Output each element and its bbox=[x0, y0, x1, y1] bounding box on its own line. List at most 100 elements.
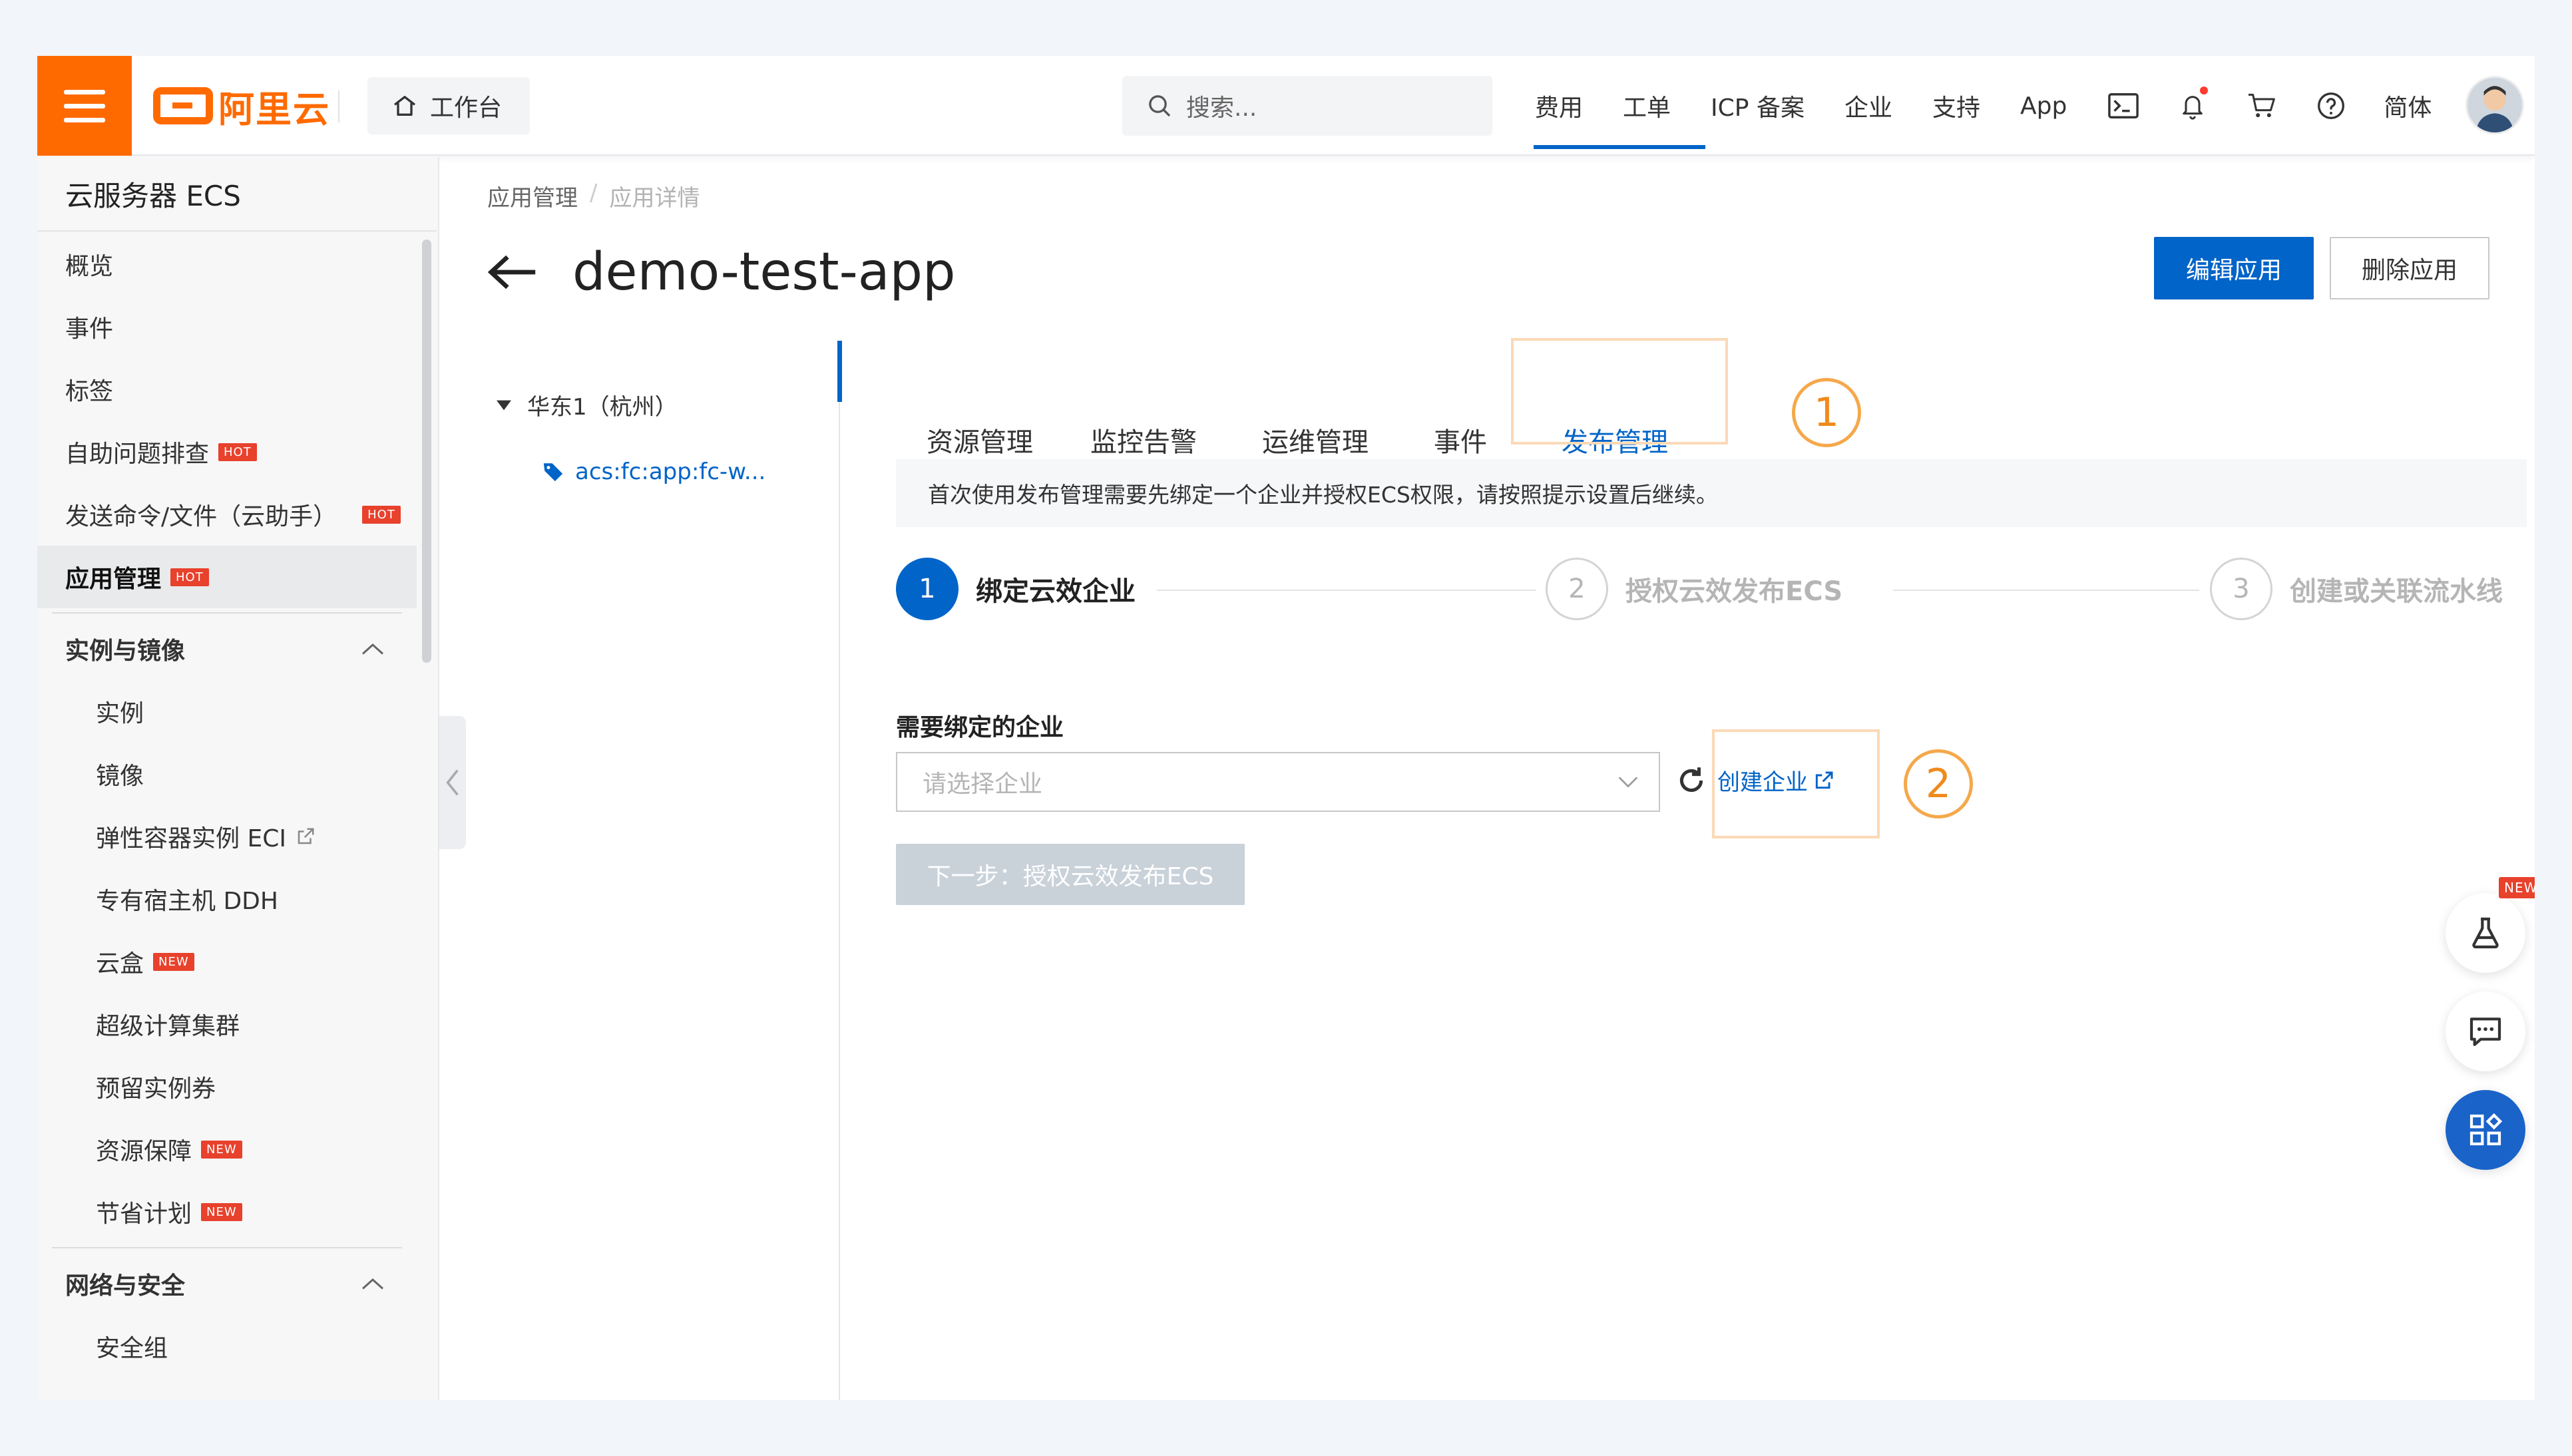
tab-resource-management[interactable]: 资源管理 bbox=[927, 421, 1033, 459]
tag-icon bbox=[543, 463, 563, 482]
search-icon bbox=[1149, 95, 1171, 117]
tab-monitoring-alerts[interactable]: 监控告警 bbox=[1090, 421, 1197, 459]
back-arrow-icon[interactable] bbox=[487, 252, 538, 292]
top-bar: 阿里云 工作台 搜索... 费用 工单 ICP 备案 企业 支持 App 简体 bbox=[37, 56, 2535, 156]
workbench-label: 工作台 bbox=[430, 94, 503, 122]
sidebar-group-label: 网络与安全 bbox=[65, 1272, 186, 1300]
step-3: 3 创建或关联流水线 bbox=[2210, 558, 2503, 620]
nav-tickets[interactable]: 工单 bbox=[1623, 89, 1671, 123]
new-badge: NEW bbox=[201, 1140, 242, 1159]
breadcrumb-app-management[interactable]: 应用管理 bbox=[487, 180, 578, 212]
sidebar-item-reserved-instances[interactable]: 预留实例券 bbox=[37, 1055, 417, 1118]
nav-support[interactable]: 支持 bbox=[1932, 89, 1980, 123]
sidebar-item-label: 事件 bbox=[65, 315, 114, 343]
sidebar-item-troubleshoot[interactable]: 自助问题排查 HOT bbox=[37, 421, 417, 483]
aliyun-logo[interactable]: 阿里云 bbox=[153, 85, 330, 130]
new-badge: NEW bbox=[153, 952, 194, 971]
tab-events[interactable]: 事件 bbox=[1434, 421, 1487, 459]
tree-node-label: 华东1（杭州） bbox=[527, 394, 678, 421]
sidebar-item-instances[interactable]: 实例 bbox=[37, 680, 417, 743]
bell-icon[interactable] bbox=[2176, 87, 2209, 122]
annotation-box-create bbox=[1712, 729, 1880, 838]
step-number: 3 bbox=[2210, 558, 2272, 620]
sidebar-item-eci[interactable]: 弹性容器实例 ECI bbox=[37, 805, 417, 868]
sidebar-item-label: 应用管理 bbox=[65, 566, 162, 593]
refresh-icon[interactable] bbox=[1675, 764, 1708, 797]
sidebar-item-label: 标签 bbox=[65, 378, 114, 405]
tree-node-region[interactable]: 华东1（杭州） bbox=[497, 389, 765, 421]
sidebar-item-security-groups[interactable]: 安全组 bbox=[37, 1315, 417, 1377]
nav-app[interactable]: App bbox=[2020, 92, 2067, 120]
logo-text: 阿里云 bbox=[218, 88, 330, 130]
workbench-button[interactable]: 工作台 bbox=[367, 77, 530, 134]
breadcrumb-current: 应用详情 bbox=[609, 185, 700, 212]
step-number: 2 bbox=[1546, 558, 1608, 620]
sidebar-item-label: 专有宿主机 DDH bbox=[96, 888, 278, 915]
tree-selected-indicator bbox=[837, 341, 842, 402]
next-step-button[interactable]: 下一步：授权云效发布ECS bbox=[896, 844, 1245, 905]
panel-divider bbox=[839, 341, 840, 1400]
sidebar-group-label: 实例与镜像 bbox=[65, 637, 186, 665]
edit-app-button[interactable]: 编辑应用 bbox=[2154, 237, 2314, 299]
steps: 1 绑定云效企业 2 授权云效发布ECS 3 创建或关联流水线 bbox=[896, 558, 2527, 624]
cart-icon[interactable] bbox=[2245, 89, 2278, 122]
home-icon bbox=[393, 96, 416, 116]
chevron-down-icon bbox=[1618, 777, 1638, 788]
region-tree: 华东1（杭州） acs:fc:app:fc-w... bbox=[497, 389, 765, 485]
enterprise-select[interactable]: 请选择企业 bbox=[896, 752, 1660, 812]
sidebar-item-ddh[interactable]: 专有宿主机 DDH bbox=[37, 868, 417, 930]
divider bbox=[52, 1247, 402, 1248]
annotation-box-tab bbox=[1511, 338, 1728, 445]
chevron-left-icon bbox=[446, 769, 459, 796]
sidebar-item-images[interactable]: 镜像 bbox=[37, 743, 417, 805]
sidebar-item-events[interactable]: 事件 bbox=[37, 295, 417, 358]
sidebar: 云服务器 ECS 概览 事件 标签 自助问题排查 HOT 发送命令/文件（云助手）… bbox=[37, 157, 439, 1400]
tree-node-app[interactable]: acs:fc:app:fc-w... bbox=[542, 458, 765, 485]
sidebar-item-savings-plan[interactable]: 节省计划 NEW bbox=[37, 1181, 417, 1243]
search-input[interactable]: 搜索... bbox=[1122, 76, 1492, 136]
divider bbox=[338, 91, 339, 122]
tab-operations[interactable]: 运维管理 bbox=[1262, 421, 1369, 459]
help-icon[interactable] bbox=[2314, 89, 2348, 122]
terminal-icon[interactable] bbox=[2107, 89, 2140, 122]
avatar[interactable] bbox=[2465, 76, 2524, 134]
top-nav: 费用 工单 ICP 备案 企业 支持 App 简体 bbox=[1535, 56, 2471, 156]
step-connector bbox=[1893, 590, 2199, 591]
annotation-number-2: 2 bbox=[1904, 749, 1973, 819]
annotation-number-1: 1 bbox=[1792, 378, 1861, 447]
sidebar-item-app-management[interactable]: 应用管理 HOT bbox=[37, 546, 417, 608]
sidebar-group-network-security[interactable]: 网络与安全 bbox=[37, 1252, 417, 1315]
step-number: 1 bbox=[896, 558, 959, 620]
chat-float-button[interactable] bbox=[2446, 992, 2525, 1071]
sidebar-item-overview[interactable]: 概览 bbox=[37, 233, 417, 295]
apps-grid-icon bbox=[2469, 1113, 2503, 1146]
sidebar-item-cloud-assistant[interactable]: 发送命令/文件（云助手） HOT bbox=[37, 483, 417, 546]
nav-enterprise[interactable]: 企业 bbox=[1844, 89, 1892, 123]
sidebar-item-tags[interactable]: 标签 bbox=[37, 358, 417, 421]
page-header: demo-test-app bbox=[487, 236, 956, 309]
delete-app-button[interactable]: 删除应用 bbox=[2330, 237, 2489, 299]
sidebar-item-label: 云盒 bbox=[96, 950, 144, 978]
step-2: 2 授权云效发布ECS bbox=[1546, 558, 1842, 620]
sidebar-item-label: 超级计算集群 bbox=[96, 1013, 240, 1040]
apps-float-button[interactable] bbox=[2446, 1090, 2525, 1170]
sidebar-scrollbar[interactable] bbox=[422, 240, 431, 663]
hot-badge: HOT bbox=[218, 443, 257, 461]
sidebar-item-cloud-box[interactable]: 云盒 NEW bbox=[37, 930, 417, 993]
new-badge: NEW bbox=[2499, 877, 2535, 898]
sidebar-group-instances-images[interactable]: 实例与镜像 bbox=[37, 618, 417, 680]
search-placeholder: 搜索... bbox=[1186, 94, 1257, 122]
step-connector bbox=[1157, 590, 1536, 591]
sidebar-collapse-toggle[interactable] bbox=[439, 716, 466, 849]
language-switch[interactable]: 简体 bbox=[2384, 89, 2432, 123]
caret-down-icon bbox=[497, 400, 511, 410]
sidebar-item-resource-assurance[interactable]: 资源保障 NEW bbox=[37, 1118, 417, 1181]
menu-icon[interactable] bbox=[37, 56, 132, 156]
active-tab-underline bbox=[1534, 145, 1705, 149]
sidebar-item-label: 资源保障 bbox=[96, 1138, 192, 1165]
lab-float-button[interactable] bbox=[2446, 893, 2525, 973]
enterprise-field-label: 需要绑定的企业 bbox=[896, 714, 1064, 741]
nav-fees[interactable]: 费用 bbox=[1535, 89, 1583, 123]
sidebar-item-scc[interactable]: 超级计算集群 bbox=[37, 993, 417, 1055]
nav-icp[interactable]: ICP 备案 bbox=[1711, 89, 1805, 123]
